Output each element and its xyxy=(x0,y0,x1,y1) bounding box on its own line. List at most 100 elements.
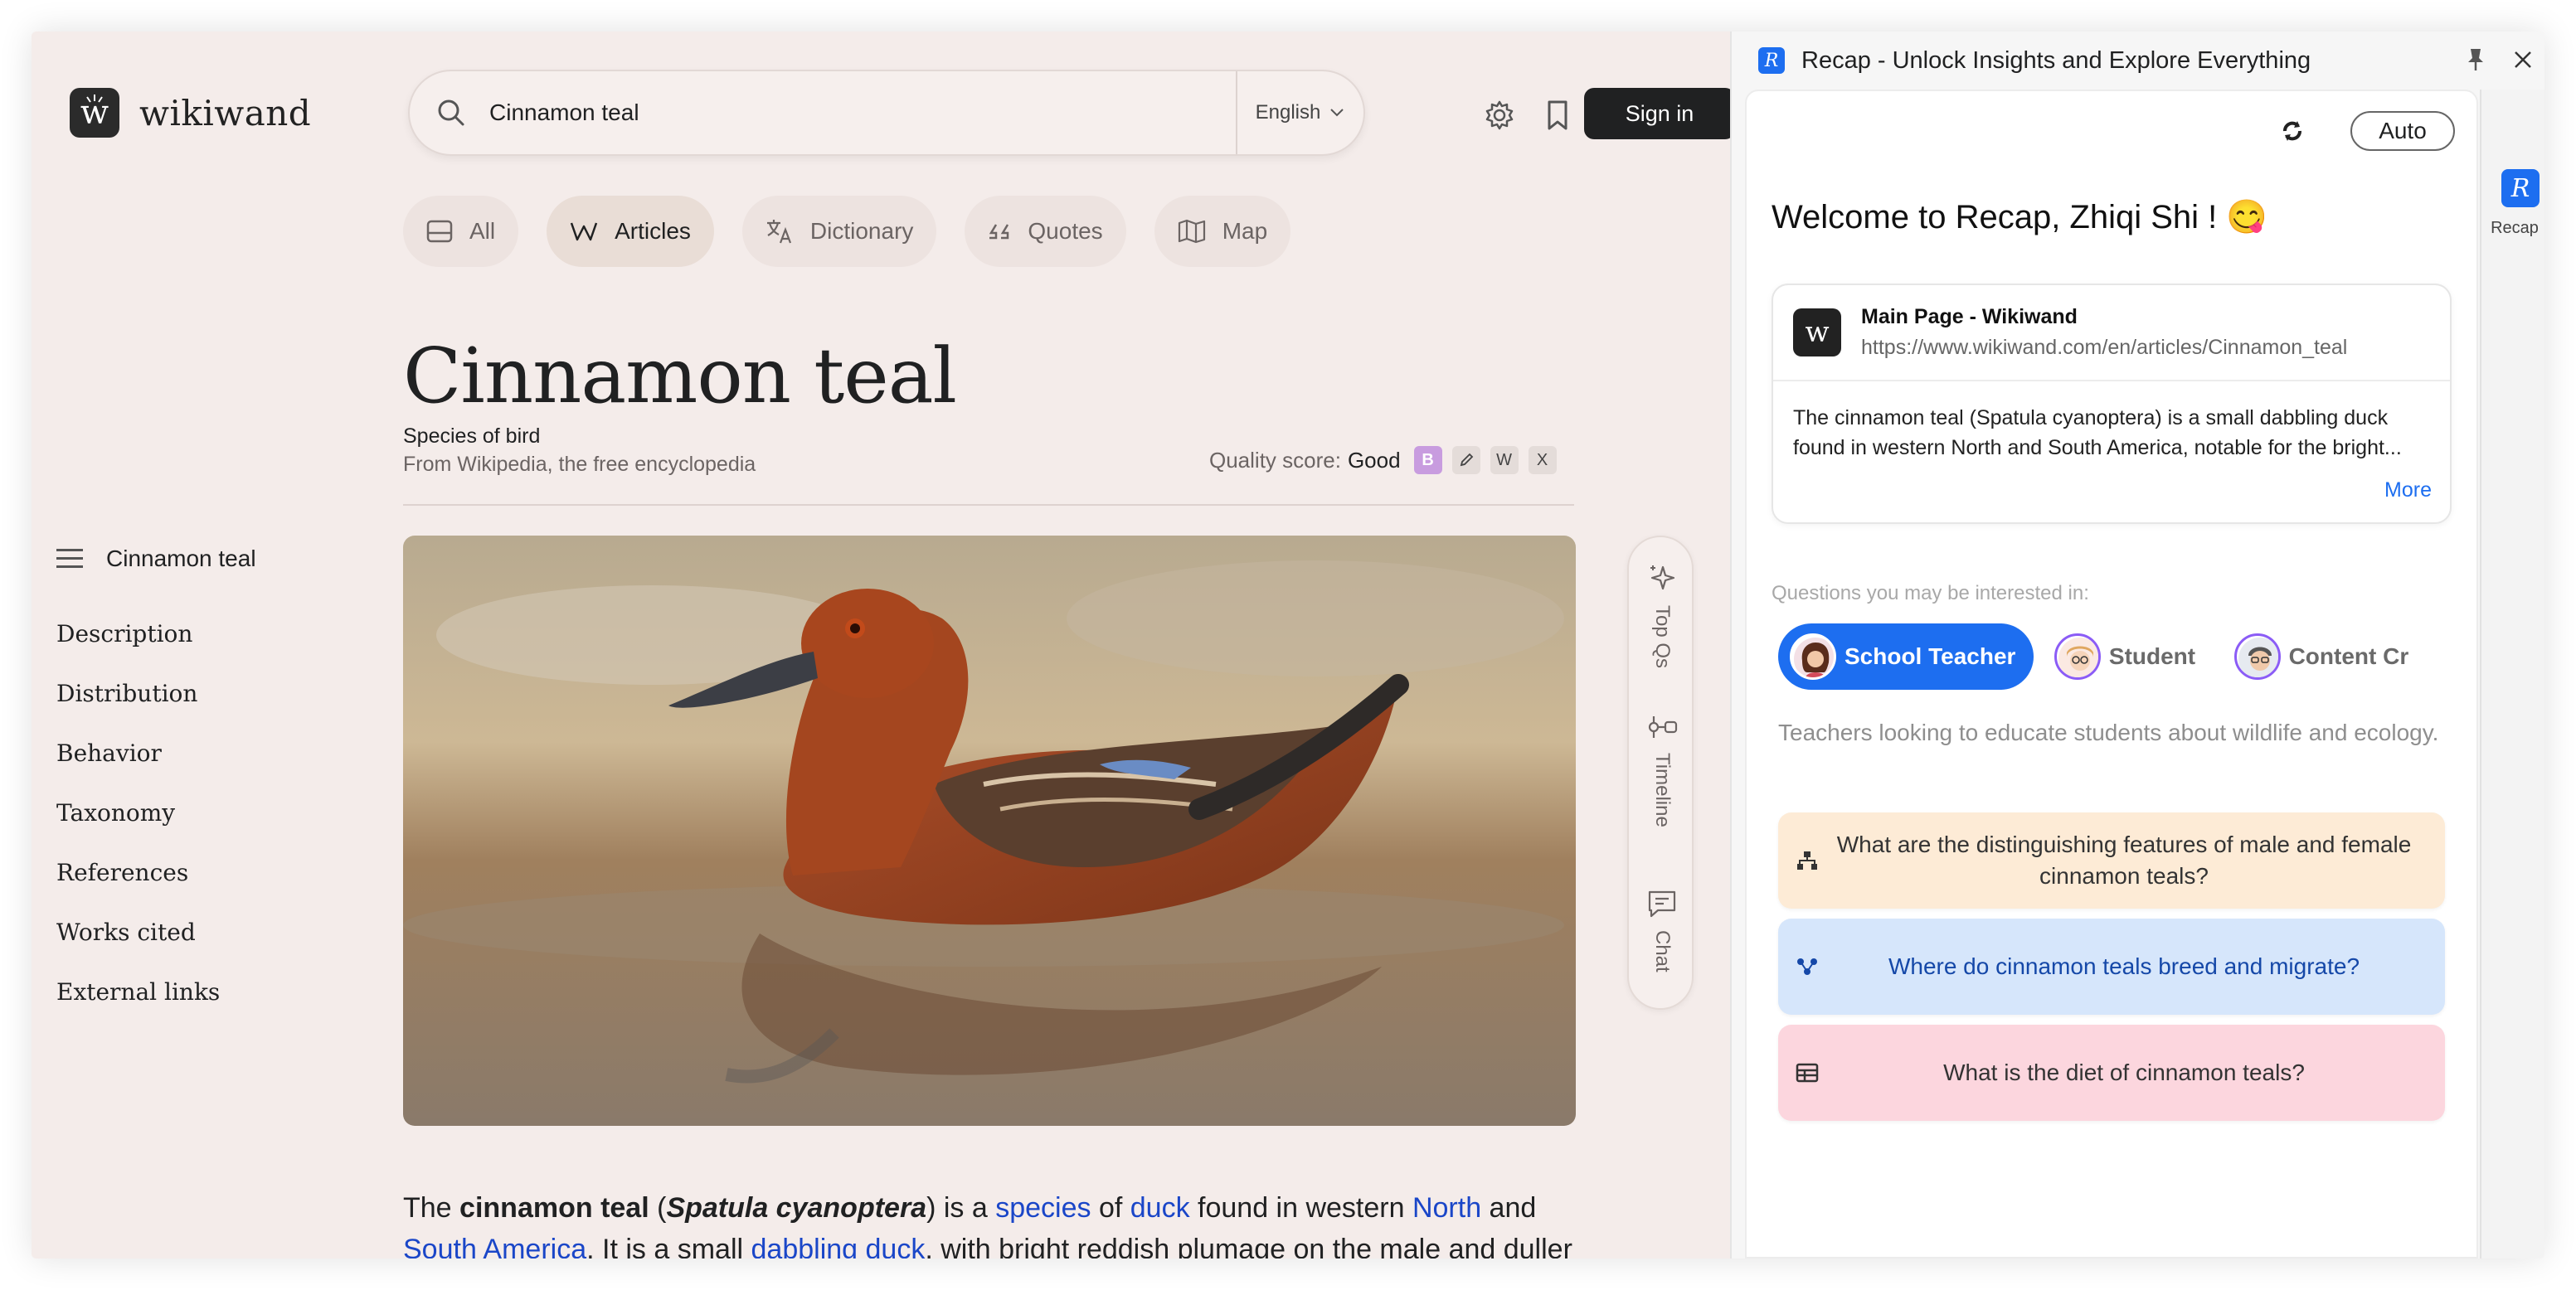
recap-content: Auto Welcome to Recap, Zhiqi Shi ! 😋 w M… xyxy=(1745,90,2478,1258)
persona-label: Student xyxy=(2108,643,2196,669)
card-title: Main Page - Wikiwand xyxy=(1861,305,2078,328)
all-icon xyxy=(426,220,453,243)
link-species[interactable]: species xyxy=(995,1192,1091,1224)
articles-icon xyxy=(570,222,598,241)
link-south-america[interactable]: South America xyxy=(403,1234,586,1258)
article-title: Cinnamon teal xyxy=(403,332,957,420)
language-label: English xyxy=(1255,101,1321,124)
hierarchy-icon xyxy=(1778,850,1836,871)
toc-item-taxonomy[interactable]: Taxonomy xyxy=(56,799,220,859)
persona-selector: School Teacher Student Content Cr xyxy=(1778,623,2450,691)
tab-quotes[interactable]: Quotes xyxy=(965,196,1126,267)
tab-articles[interactable]: Articles xyxy=(547,196,714,267)
toc-item-distribution[interactable]: Distribution xyxy=(56,680,220,740)
suggested-question-1[interactable]: What are the distinguishing features of … xyxy=(1778,812,2445,909)
recap-titlebar: R Recap - Unlock Insights and Explore Ev… xyxy=(1732,32,2544,90)
quality-badge-w[interactable]: W xyxy=(1490,446,1519,474)
sign-in-button[interactable]: Sign in xyxy=(1584,88,1735,139)
hero-image-cinnamon-teal[interactable] xyxy=(403,536,1576,1126)
tab-map-label: Map xyxy=(1222,218,1268,244)
tab-quotes-label: Quotes xyxy=(1028,218,1103,244)
article-side-rail: Top Qs Timeline Chat xyxy=(1627,536,1694,1010)
map-icon xyxy=(1178,219,1205,244)
menu-icon[interactable] xyxy=(56,549,83,569)
tab-all-label: All xyxy=(469,218,496,244)
rail-chat-label: Chat xyxy=(1651,930,1674,972)
rail-timeline-label: Timeline xyxy=(1651,753,1674,827)
wikiwand-logo[interactable]: w wikiwand xyxy=(70,88,311,138)
timeline-icon xyxy=(1648,716,1678,738)
more-link[interactable]: More xyxy=(2384,478,2432,502)
welcome-heading: Welcome to Recap, Zhiqi Shi ! 😋 xyxy=(1772,199,2268,235)
bookmark-icon[interactable] xyxy=(1538,95,1577,135)
card-url: https://www.wikiwand.com/en/articles/Cin… xyxy=(1861,336,2348,359)
persona-school-teacher[interactable]: School Teacher xyxy=(1778,623,2034,690)
auto-mode-button[interactable]: Auto xyxy=(2350,111,2455,151)
search-bar[interactable]: Cinnamon teal English xyxy=(408,70,1365,156)
tab-all[interactable]: All xyxy=(403,196,519,267)
para-text: of xyxy=(1091,1192,1130,1224)
toc-item-references[interactable]: References xyxy=(56,859,220,919)
search-input[interactable]: Cinnamon teal xyxy=(489,99,1236,126)
question-text: What is the diet of cinnamon teals? xyxy=(1943,1060,2305,1085)
wikiwand-logo-icon: w xyxy=(70,88,119,138)
persona-student[interactable]: Student xyxy=(2043,623,2214,690)
network-icon xyxy=(1778,957,1836,977)
rail-top-qs[interactable]: Top Qs xyxy=(1629,562,1695,668)
para-scientific-name: Spatula cyanoptera xyxy=(666,1192,927,1224)
toc-header[interactable]: Cinnamon teal xyxy=(56,546,256,572)
sparkle-icon xyxy=(1650,565,1675,590)
card-summary: The cinnamon teal (Spatula cyanoptera) i… xyxy=(1793,406,2402,459)
para-text: found in western xyxy=(1189,1192,1412,1224)
settings-gear-icon[interactable] xyxy=(1480,95,1519,135)
recap-logo-icon: R xyxy=(1758,47,1785,74)
recap-title: Recap - Unlock Insights and Explore Ever… xyxy=(1801,46,2311,74)
quality-badge-x[interactable]: X xyxy=(1528,446,1557,474)
para-text: The xyxy=(403,1192,460,1224)
link-north[interactable]: North xyxy=(1412,1192,1481,1224)
wikiwand-page: w wikiwand Cinnamon teal English Sign in… xyxy=(32,32,1735,1258)
link-dabbling-duck[interactable]: dabbling duck xyxy=(751,1234,926,1258)
persona-content-creator[interactable]: Content Cr xyxy=(2223,623,2428,690)
pin-icon[interactable] xyxy=(2465,46,2486,77)
card-header[interactable]: w Main Page - Wikiwand https://www.wikiw… xyxy=(1773,285,2450,381)
refresh-icon[interactable] xyxy=(2277,116,2307,150)
persona-label: Content Cr xyxy=(2288,643,2409,669)
chevron-down-icon xyxy=(1330,109,1344,117)
para-text: . It is a small xyxy=(586,1234,751,1258)
toc-heading: Cinnamon teal xyxy=(106,546,256,571)
student-avatar xyxy=(2054,633,2101,680)
question-text: Where do cinnamon teals breed and migrat… xyxy=(1888,953,2360,979)
teacher-avatar xyxy=(1790,633,1836,680)
toc-item-external-links[interactable]: External links xyxy=(56,978,220,1038)
para-bold-name: cinnamon teal xyxy=(459,1192,649,1224)
article-source: From Wikipedia, the free encyclopedia xyxy=(403,453,756,476)
recap-app-icon[interactable]: R xyxy=(2501,169,2540,207)
rail-timeline[interactable]: Timeline xyxy=(1629,713,1695,827)
quality-value: Good xyxy=(1347,447,1401,473)
language-selector[interactable]: English xyxy=(1236,71,1363,154)
edit-pencil-icon[interactable] xyxy=(1451,446,1480,474)
card-meta: Main Page - Wikiwand https://www.wikiwan… xyxy=(1861,305,2347,360)
toc-item-works-cited[interactable]: Works cited xyxy=(56,919,220,978)
page-summary-card: w Main Page - Wikiwand https://www.wikiw… xyxy=(1772,284,2452,524)
rail-chat[interactable]: Chat xyxy=(1629,889,1695,972)
close-icon[interactable] xyxy=(2511,48,2535,75)
toc-item-behavior[interactable]: Behavior xyxy=(56,740,220,799)
recap-side-bar: R Recap xyxy=(2480,90,2544,1258)
questions-label: Questions you may be interested in: xyxy=(1772,582,2089,604)
chat-icon xyxy=(1648,890,1676,918)
toc-item-description[interactable]: Description xyxy=(56,620,220,680)
link-duck[interactable]: duck xyxy=(1130,1192,1190,1224)
browser-window: w wikiwand Cinnamon teal English Sign in… xyxy=(32,32,2544,1258)
suggested-question-2[interactable]: Where do cinnamon teals breed and migrat… xyxy=(1778,919,2445,1015)
suggested-question-3[interactable]: What is the diet of cinnamon teals? xyxy=(1778,1025,2445,1121)
para-text: and xyxy=(1481,1192,1537,1224)
para-text: ) is a xyxy=(926,1192,996,1224)
tab-dictionary[interactable]: Dictionary xyxy=(741,196,937,267)
card-body: The cinnamon teal (Spatula cyanoptera) i… xyxy=(1773,381,2450,463)
tab-map[interactable]: Map xyxy=(1154,196,1291,267)
rail-top-qs-label: Top Qs xyxy=(1651,605,1674,669)
quality-badge-b[interactable]: B xyxy=(1413,446,1442,474)
para-text: ( xyxy=(649,1192,667,1224)
